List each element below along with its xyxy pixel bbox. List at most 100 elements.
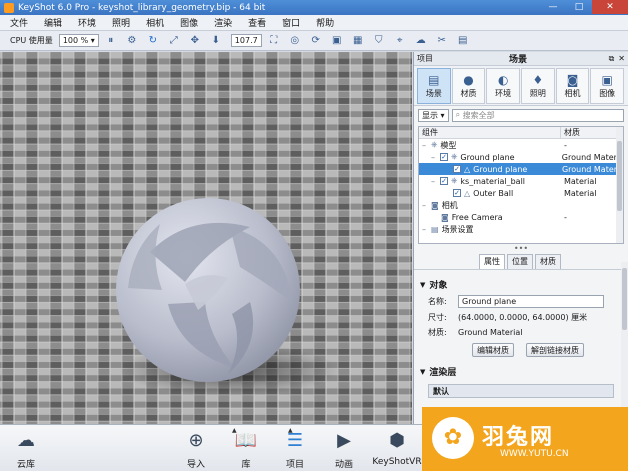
menu-render[interactable]: 渲染: [214, 16, 232, 29]
subtab-material[interactable]: 材质: [535, 254, 561, 269]
tab-scene[interactable]: ▤ 场景: [417, 68, 451, 104]
tools-icon[interactable]: ✂: [436, 35, 448, 47]
import-icon: ⊕: [188, 430, 204, 451]
project-button[interactable]: ☰ 项目: [275, 429, 315, 470]
render-layer-section-title[interactable]: ▼ 渲染层: [414, 357, 628, 379]
window-title: KeyShot 6.0 Pro - keyshot_library_geomet…: [18, 2, 266, 13]
material-ball[interactable]: [116, 198, 300, 382]
render-layer-default[interactable]: 默认: [428, 384, 614, 398]
name-input[interactable]: Ground plane: [458, 295, 604, 308]
collapse-icon[interactable]: –: [422, 141, 430, 150]
edit-material-button[interactable]: 编辑材质: [472, 343, 514, 357]
show-select[interactable]: 显示 ▾: [418, 108, 449, 122]
collapse-icon[interactable]: –: [431, 153, 439, 162]
cpu-usage-select[interactable]: 100 % ▾: [58, 34, 99, 47]
pin-icon[interactable]: ⧉: [609, 54, 615, 64]
menu-camera[interactable]: 相机: [146, 16, 164, 29]
collapse-icon[interactable]: –: [422, 225, 430, 234]
collapse-triangle-icon: ▼: [420, 367, 426, 376]
refresh-icon[interactable]: ↻: [147, 35, 159, 47]
animation-button[interactable]: ▶ 动画: [324, 429, 364, 470]
tab-lighting-label: 照明: [529, 89, 546, 98]
visibility-checkbox[interactable]: ✓: [440, 177, 448, 185]
sync-icon[interactable]: ⟳: [310, 35, 322, 47]
collapse-icon[interactable]: –: [431, 177, 439, 186]
keyshotvr-button[interactable]: ⬢ KeyShotVR: [372, 429, 422, 467]
unlink-material-button[interactable]: 解剖链接材质: [526, 343, 584, 357]
cloud-library-button[interactable]: ☁ 云库: [6, 429, 46, 470]
menu-environment[interactable]: 环境: [78, 16, 96, 29]
import-label: 导入: [186, 460, 205, 470]
menu-image[interactable]: 图像: [180, 16, 198, 29]
image-icon[interactable]: ▤: [457, 35, 469, 47]
pause-icon[interactable]: ⏸: [105, 35, 117, 47]
menu-file[interactable]: 文件: [10, 16, 28, 29]
subtab-position[interactable]: 位置: [507, 254, 533, 269]
tree-row[interactable]: – ✓ ⎈ ks_material_ball Material: [419, 175, 623, 187]
light-icon: ♦: [532, 73, 544, 87]
title-bar: KeyShot 6.0 Pro - keyshot_library_geomet…: [0, 0, 628, 15]
camera-icon[interactable]: ◎: [289, 35, 301, 47]
cloud-library-label: 云库: [16, 460, 35, 470]
menu-lighting[interactable]: 照明: [112, 16, 130, 29]
tree-row-selected[interactable]: ✓ △ Ground plane Ground Materia: [419, 163, 623, 175]
search-icon: ⌕: [455, 110, 461, 119]
crop-icon[interactable]: ⛶: [268, 35, 280, 47]
tab-material[interactable]: ● 材质: [451, 68, 486, 104]
tree-row[interactable]: ✓ △ Outer Ball Material: [419, 187, 623, 199]
menu-edit[interactable]: 编辑: [44, 16, 62, 29]
import-button[interactable]: ⊕ 导入: [176, 429, 216, 470]
visibility-checkbox[interactable]: ✓: [440, 153, 448, 161]
close-icon[interactable]: ✕: [618, 54, 625, 63]
close-button[interactable]: ✕: [592, 0, 628, 14]
render-viewport[interactable]: [0, 52, 412, 424]
animation-icon: ▶: [337, 430, 351, 451]
splitter-handle[interactable]: •••: [414, 244, 628, 254]
minimize-button[interactable]: —: [540, 0, 566, 14]
zoom-input[interactable]: 107.7: [230, 34, 262, 47]
shield-icon[interactable]: ⛉: [373, 35, 385, 47]
panel-scrollbar-thumb[interactable]: [622, 268, 627, 330]
tab-image-label: 图像: [599, 89, 616, 98]
menu-window[interactable]: 窗口: [282, 16, 300, 29]
tab-scene-label: 场景: [425, 89, 442, 98]
tab-lighting[interactable]: ♦ 照明: [521, 68, 555, 104]
tree-row[interactable]: – ✓ ⎈ Ground plane Ground Materia: [419, 151, 623, 163]
expand-icon[interactable]: ⤢: [168, 35, 180, 47]
tree-row[interactable]: – ⎈ 模型 -: [419, 139, 623, 151]
cursor-icon[interactable]: ⌖: [394, 35, 406, 47]
image-icon: ▣: [601, 73, 613, 87]
maximize-button[interactable]: □: [566, 0, 592, 14]
subtab-properties[interactable]: 属性: [479, 254, 505, 269]
tab-environment[interactable]: ◐ 环境: [486, 68, 521, 104]
menu-help[interactable]: 帮助: [316, 16, 334, 29]
property-subtabs: 属性 位置 材质: [414, 254, 628, 270]
tree-row[interactable]: ◙ Free Camera -: [419, 211, 623, 223]
tab-image[interactable]: ▣ 图像: [590, 68, 625, 104]
tab-camera[interactable]: ◙ 相机: [555, 68, 590, 104]
tree-scrollbar-thumb[interactable]: [617, 141, 622, 211]
grid-icon[interactable]: ▦: [352, 35, 364, 47]
visibility-checkbox[interactable]: ✓: [453, 189, 461, 197]
tree-row[interactable]: – ▤ 场景设置: [419, 223, 623, 235]
watermark-banner: ✿ 羽兔网 WWW.YUTU.CN: [422, 407, 628, 471]
panel-scrollbar[interactable]: [621, 262, 628, 422]
rabbit-logo-icon: ✿: [432, 417, 474, 459]
tree-scrollbar[interactable]: [616, 127, 623, 243]
tree-row[interactable]: – ◙ 相机: [419, 199, 623, 211]
search-input[interactable]: ⌕ 搜索全部: [451, 108, 624, 122]
gear-icon[interactable]: ⚙: [126, 35, 138, 47]
material-row: 材质: Ground Material: [414, 327, 628, 338]
frame-icon[interactable]: ▣: [331, 35, 343, 47]
menu-view[interactable]: 查看: [248, 16, 266, 29]
tree-row-name: Free Camera: [451, 212, 503, 222]
cloud-icon[interactable]: ☁: [415, 35, 427, 47]
tumble-icon[interactable]: ✥: [189, 35, 201, 47]
move-down-icon[interactable]: ⬇: [210, 35, 222, 47]
object-section-title[interactable]: ▼ 对象: [414, 270, 628, 292]
library-button[interactable]: 📖 库: [226, 429, 266, 470]
material-label: 材质:: [428, 328, 447, 337]
visibility-checkbox[interactable]: ✓: [453, 165, 461, 173]
collapse-icon[interactable]: –: [422, 201, 430, 210]
mesh-icon: △: [464, 188, 471, 198]
